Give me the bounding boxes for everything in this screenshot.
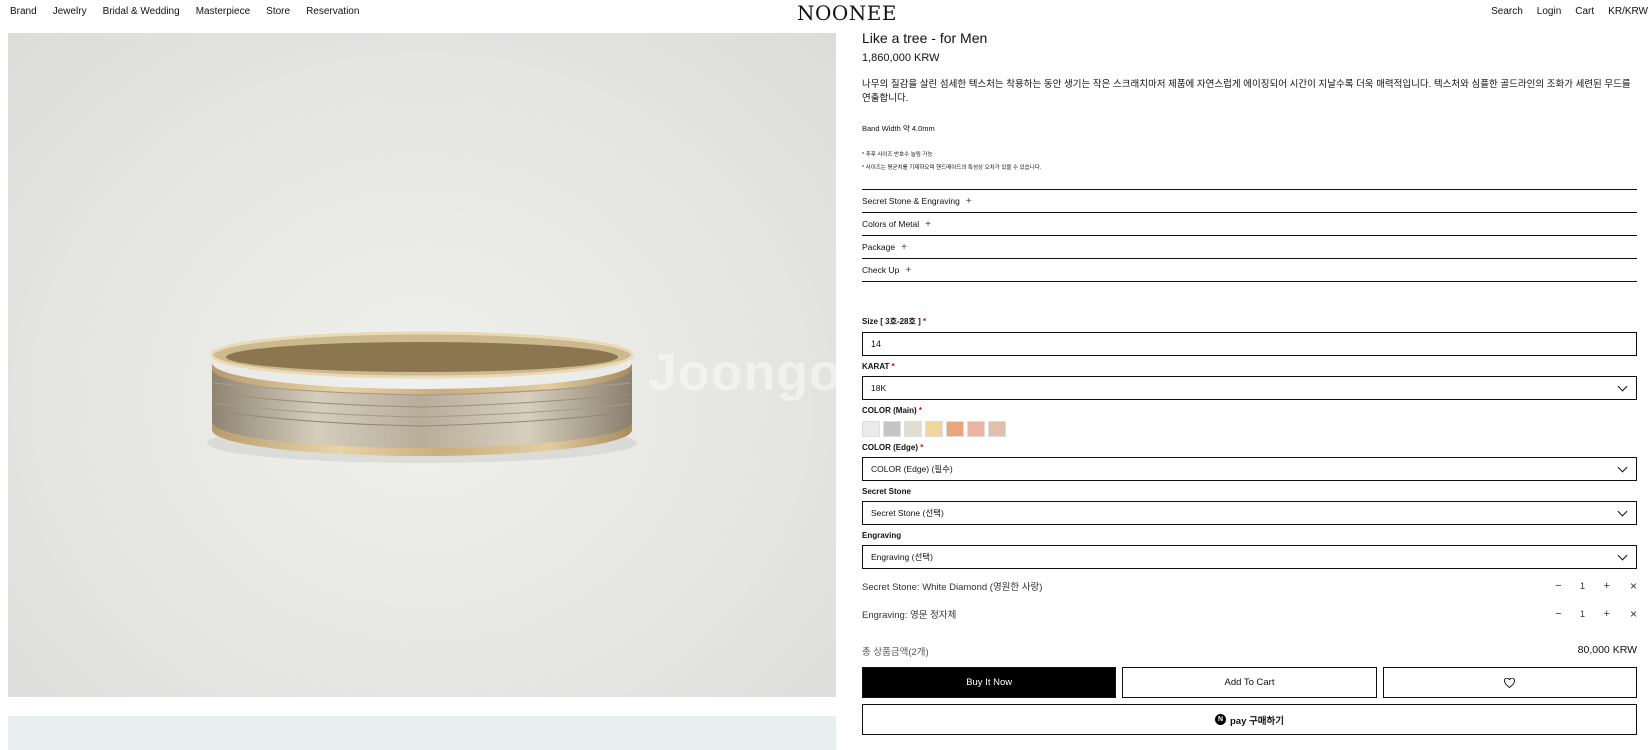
npay-button[interactable]: N pay 구매하기 bbox=[862, 704, 1637, 735]
color-edge-value: COLOR (Edge) (필수) bbox=[871, 464, 953, 474]
info-accordion: Secret Stone & Engraving + Colors of Met… bbox=[862, 189, 1637, 282]
selected-option-name: Secret Stone: White Diamond (영원한 사랑) bbox=[862, 582, 1043, 593]
selected-option-row: Secret Stone: White Diamond (영원한 사랑) − 1… bbox=[862, 573, 1637, 599]
accordion-label: Colors of Metal bbox=[862, 219, 920, 229]
plus-icon[interactable]: + bbox=[1604, 580, 1610, 592]
close-icon[interactable]: × bbox=[1630, 607, 1637, 621]
color-swatch[interactable] bbox=[988, 421, 1006, 437]
quantity-stepper: − 1 + bbox=[1555, 608, 1610, 620]
karat-label: KARAT * bbox=[862, 362, 895, 371]
nav-cart[interactable]: Cart bbox=[1575, 6, 1594, 17]
required-mark: * bbox=[920, 443, 924, 452]
engraving-select[interactable]: Engraving (선택) bbox=[862, 545, 1637, 569]
watermark-text: Joongo bbox=[648, 344, 836, 402]
plus-icon: + bbox=[925, 218, 932, 230]
nav-store[interactable]: Store bbox=[266, 6, 290, 17]
nav-brand[interactable]: Brand bbox=[10, 6, 37, 17]
buy-now-button[interactable]: Buy It Now bbox=[862, 667, 1117, 698]
accordion-colors-of-metal[interactable]: Colors of Metal + bbox=[862, 213, 1637, 236]
total-price-row: 총 상품금액(2개) 80,000 KRW bbox=[862, 644, 1637, 658]
color-swatch[interactable] bbox=[946, 421, 964, 437]
accordion-check-up[interactable]: Check Up + bbox=[862, 259, 1637, 282]
wishlist-button[interactable] bbox=[1382, 667, 1637, 698]
site-header: Brand Jewelry Bridal & Wedding Masterpie… bbox=[0, 0, 1648, 26]
plus-icon: + bbox=[905, 264, 912, 276]
product-description: 나무의 질감을 살린 섬세한 텍스처는 착용하는 동안 생기는 작은 스크래치마… bbox=[862, 79, 1631, 104]
required-mark: * bbox=[918, 406, 923, 415]
product-info-panel: Like a tree - for Men 1,860,000 KRW 나무의 … bbox=[862, 28, 1637, 735]
nav-reservation[interactable]: Reservation bbox=[306, 6, 359, 17]
engraving-label: Engraving bbox=[862, 531, 902, 540]
color-main-label: COLOR (Main) * bbox=[862, 406, 923, 415]
accordion-package[interactable]: Package + bbox=[862, 236, 1637, 259]
secret-stone-value: Secret Stone (선택) bbox=[871, 508, 944, 518]
chevron-down-icon bbox=[1617, 462, 1628, 472]
required-mark: * bbox=[922, 317, 927, 326]
total-value: 80,000 KRW bbox=[1577, 644, 1637, 656]
color-edge-label: COLOR (Edge) * bbox=[862, 443, 924, 452]
band-width: Band Width 약 4.0mm bbox=[862, 124, 935, 133]
close-icon[interactable]: × bbox=[1630, 579, 1637, 593]
product-image-secondary bbox=[8, 716, 836, 750]
note-item: * 추후 사이즈 반호수 늘림 가능 bbox=[862, 152, 933, 158]
nav-bridal-wedding[interactable]: Bridal & Wedding bbox=[103, 6, 180, 17]
note-item: * 사이즈는 평균치를 기재하오며 핸드메이드의 특성상 오차가 있을 수 있습… bbox=[862, 165, 1042, 171]
product-price: 1,860,000 KRW bbox=[862, 52, 940, 64]
product-notes: * 추후 사이즈 반호수 늘림 가능 * 사이즈는 평균치를 기재하오며 핸드메… bbox=[862, 149, 1637, 175]
required-mark: * bbox=[891, 362, 895, 371]
purchase-actions: Buy It Now Add To Cart bbox=[862, 667, 1637, 698]
quantity-value[interactable]: 1 bbox=[1578, 581, 1588, 591]
chevron-down-icon bbox=[1617, 506, 1628, 516]
accordion-label: Check Up bbox=[862, 265, 900, 275]
plus-icon: + bbox=[901, 241, 907, 253]
nav-jewelry[interactable]: Jewelry bbox=[53, 6, 87, 17]
minus-icon[interactable]: − bbox=[1555, 608, 1561, 620]
color-swatch[interactable] bbox=[883, 421, 901, 437]
color-swatch[interactable] bbox=[904, 421, 922, 437]
color-swatch[interactable] bbox=[925, 421, 943, 437]
karat-select[interactable]: 18K bbox=[862, 376, 1637, 400]
color-swatches bbox=[862, 421, 1637, 437]
plus-icon[interactable]: + bbox=[1604, 608, 1610, 620]
add-to-cart-button[interactable]: Add To Cart bbox=[1122, 667, 1377, 698]
total-label: 총 상품금액(2개) bbox=[862, 647, 929, 658]
nav-locale[interactable]: KR/KRW bbox=[1608, 6, 1648, 17]
engraving-value: Engraving (선택) bbox=[871, 552, 933, 562]
secret-stone-label: Secret Stone bbox=[862, 487, 911, 496]
color-swatch[interactable] bbox=[862, 421, 880, 437]
site-logo[interactable]: NOONEE bbox=[797, 1, 897, 25]
nav-login[interactable]: Login bbox=[1537, 6, 1561, 17]
chevron-down-icon bbox=[1617, 381, 1628, 391]
accordion-label: Secret Stone & Engraving bbox=[862, 196, 960, 206]
chevron-down-icon bbox=[1617, 550, 1628, 560]
color-swatch[interactable] bbox=[967, 421, 985, 437]
accordion-secret-stone-engraving[interactable]: Secret Stone & Engraving + bbox=[862, 190, 1637, 213]
size-label: Size [ 3호-28호 ] * bbox=[862, 317, 927, 326]
npay-logo-icon: N bbox=[1215, 714, 1226, 725]
nav-search[interactable]: Search bbox=[1491, 6, 1523, 17]
plus-icon: + bbox=[965, 195, 972, 207]
quantity-stepper: − 1 + bbox=[1555, 580, 1610, 592]
product-image: Joongo bbox=[8, 33, 836, 697]
selected-option-row: Engraving: 영문 정자체 − 1 + × bbox=[862, 601, 1637, 627]
karat-value: 18K bbox=[871, 383, 887, 393]
main-nav: Brand Jewelry Bridal & Wedding Masterpie… bbox=[10, 6, 359, 17]
utility-nav: Search Login Cart KR/KRW bbox=[1491, 6, 1648, 17]
npay-label: pay 구매하기 bbox=[1230, 715, 1284, 727]
product-title: Like a tree - for Men bbox=[862, 30, 988, 46]
color-edge-select[interactable]: COLOR (Edge) (필수) bbox=[862, 457, 1637, 481]
nav-masterpiece[interactable]: Masterpiece bbox=[196, 6, 250, 17]
quantity-value[interactable]: 1 bbox=[1578, 609, 1588, 619]
minus-icon[interactable]: − bbox=[1555, 580, 1561, 592]
size-input[interactable]: 14 bbox=[862, 332, 1637, 356]
secret-stone-select[interactable]: Secret Stone (선택) bbox=[862, 501, 1637, 525]
selected-option-name: Engraving: 영문 정자체 bbox=[862, 610, 957, 621]
accordion-label: Package bbox=[862, 242, 896, 252]
heart-icon bbox=[1504, 677, 1516, 688]
